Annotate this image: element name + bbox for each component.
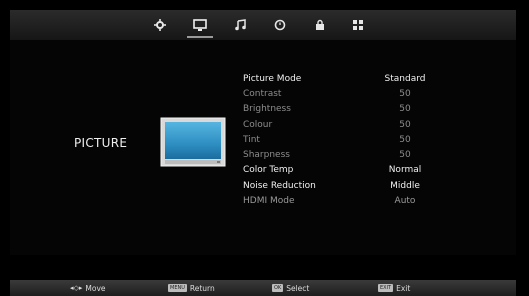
section-title: PICTURE	[74, 136, 128, 150]
brightness-value: 50	[399, 104, 411, 115]
exit-hint: EXIT Exit	[378, 282, 410, 294]
arrows-icon: ◂◇▸	[70, 284, 83, 292]
hdmi-mode-value: Auto	[394, 196, 416, 207]
move-hint-label: Move	[85, 283, 106, 293]
tint-value: 50	[399, 134, 411, 145]
color-temp-label: Color Temp	[243, 165, 294, 176]
color-temp-value: Normal	[388, 165, 422, 176]
exit-key-icon: EXIT	[378, 284, 394, 292]
picture-icon[interactable]	[187, 16, 213, 38]
select-hint: OK Select	[272, 282, 309, 294]
picture-settings-list: Picture Mode Standard Contrast 50 Bright…	[243, 71, 433, 209]
settings-icon[interactable]	[150, 16, 170, 34]
grid-icon[interactable]	[348, 16, 368, 34]
select-hint-label: Select	[286, 283, 310, 293]
brightness-label: Brightness	[243, 104, 291, 115]
contrast-label: Contrast	[243, 88, 282, 99]
sharpness-value: 50	[399, 150, 411, 161]
color-temp-row[interactable]: Color Temp Normal	[243, 163, 433, 178]
top-menu-bar	[10, 10, 516, 40]
tint-label: Tint	[243, 134, 260, 145]
noise-reduction-row[interactable]: Noise Reduction Middle	[243, 178, 433, 193]
hdmi-mode-label: HDMI Mode	[243, 196, 295, 207]
music-note-icon[interactable]	[230, 16, 250, 34]
exit-hint-label: Exit	[396, 283, 411, 293]
timer-icon[interactable]	[270, 16, 290, 34]
brightness-row[interactable]: Brightness 50	[243, 102, 433, 117]
picture-mode-row[interactable]: Picture Mode Standard	[243, 71, 433, 86]
ok-key-icon: OK	[272, 284, 284, 292]
picture-mode-value: Standard	[384, 73, 426, 84]
colour-value: 50	[399, 119, 411, 130]
picture-mode-label: Picture Mode	[243, 73, 302, 84]
noise-reduction-value: Middle	[390, 180, 420, 191]
tv-picture-icon	[160, 117, 226, 167]
sharpness-label: Sharpness	[243, 150, 290, 161]
tv-osd-screen: PICTURE Picture Mode Standard Contrast 5…	[0, 0, 529, 296]
contrast-value: 50	[399, 88, 411, 99]
colour-row[interactable]: Colour 50	[243, 117, 433, 132]
colour-label: Colour	[243, 119, 273, 130]
contrast-row[interactable]: Contrast 50	[243, 86, 433, 101]
sharpness-row[interactable]: Sharpness 50	[243, 147, 433, 162]
return-hint-label: Return	[189, 283, 215, 293]
hdmi-mode-row[interactable]: HDMI Mode Auto	[243, 193, 433, 208]
menu-key-icon: MENU	[168, 284, 187, 292]
lock-icon[interactable]	[310, 16, 330, 34]
footer-hint-bar: ◂◇▸ Move MENU Return OK Select EXIT Exit	[10, 280, 516, 296]
noise-reduction-label: Noise Reduction	[243, 180, 316, 191]
tint-row[interactable]: Tint 50	[243, 132, 433, 147]
return-hint: MENU Return	[168, 282, 215, 294]
move-hint: ◂◇▸ Move	[70, 282, 106, 294]
